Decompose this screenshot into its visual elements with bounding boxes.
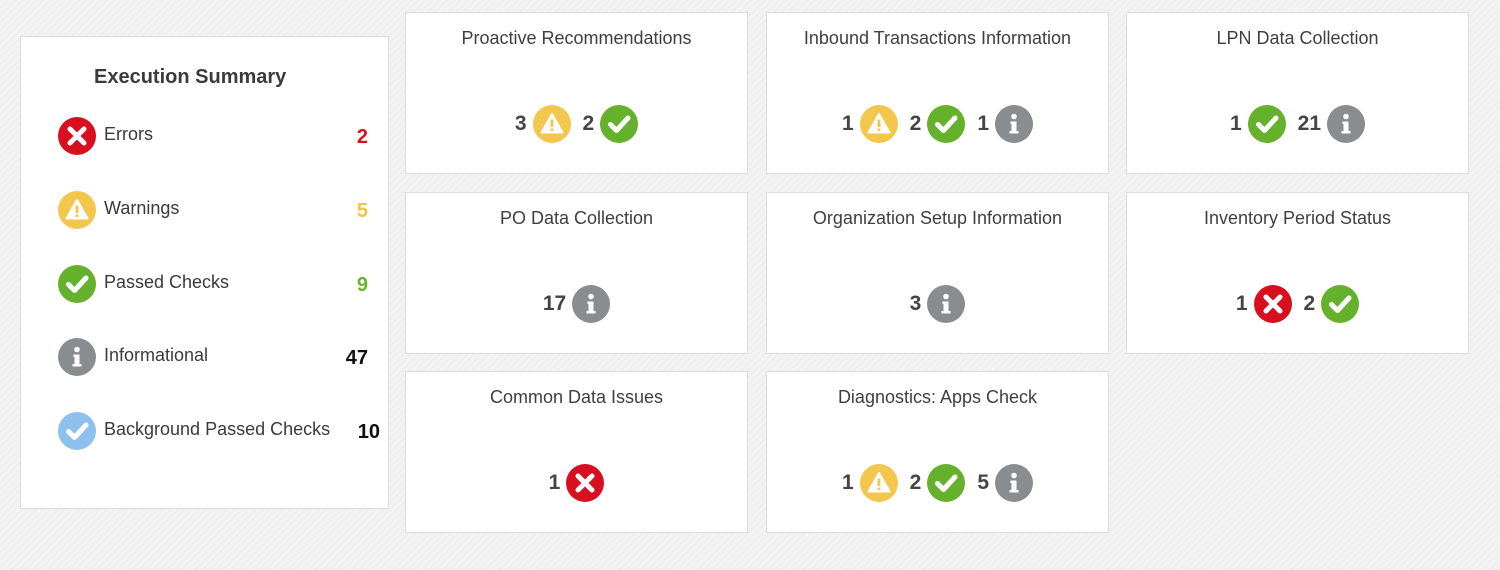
background-check-icon (58, 412, 96, 450)
card-common-data-issues[interactable]: Common Data Issues 1 (405, 371, 748, 533)
check-icon (927, 464, 966, 502)
card-title: Inventory Period Status (1203, 208, 1392, 228)
stat-count: 21 (1297, 112, 1322, 135)
card-title: PO Data Collection (499, 208, 654, 228)
stat-count: 1 (841, 471, 854, 494)
summary-label: Warnings (104, 198, 180, 218)
card-stats: 17 (406, 285, 747, 323)
stat-count: 1 (977, 112, 990, 135)
check-icon (600, 105, 639, 143)
warnings-count: 5 (356, 200, 368, 222)
check-icon (1321, 285, 1360, 323)
card-diagnostics-apps-check[interactable]: Diagnostics: Apps Check 1 2 5 (766, 371, 1109, 533)
stat-count: 2 (582, 112, 595, 135)
background-passed-count: 10 (357, 421, 380, 443)
stat-count: 2 (1303, 292, 1316, 315)
passed-count: 9 (356, 274, 368, 296)
card-inbound-transactions-information[interactable]: Inbound Transactions Information 1 2 1 (766, 12, 1109, 174)
stat-informational[interactable]: 21 (1297, 105, 1366, 143)
stat-passed[interactable]: 2 (583, 105, 639, 143)
error-icon (58, 117, 96, 155)
card-title: Proactive Recommendations (461, 28, 692, 48)
stat-passed[interactable]: 1 (1230, 105, 1286, 143)
stat-errors[interactable]: 1 (549, 464, 605, 502)
stat-warnings[interactable]: 3 (515, 105, 571, 143)
summary-row-informational[interactable]: Informational 47 (58, 338, 368, 378)
stat-count: 2 (909, 112, 922, 135)
stat-count: 17 (542, 292, 567, 315)
card-title: Diagnostics: Apps Check (837, 387, 1038, 407)
card-stats: 1 2 5 (767, 464, 1108, 502)
card-stats: 3 (767, 285, 1108, 323)
stat-informational[interactable]: 1 (977, 105, 1034, 143)
stat-count: 3 (909, 292, 922, 315)
stat-count: 1 (1235, 292, 1248, 315)
summary-label: Errors (104, 124, 153, 144)
stat-errors[interactable]: 1 (1236, 285, 1292, 323)
info-icon (1327, 105, 1366, 143)
info-icon (927, 285, 966, 323)
summary-row-passed[interactable]: Passed Checks 9 (58, 265, 368, 305)
error-icon (1253, 285, 1292, 323)
errors-count: 2 (356, 126, 368, 148)
card-po-data-collection[interactable]: PO Data Collection 17 (405, 192, 748, 354)
stat-informational[interactable]: 3 (910, 285, 966, 323)
card-stats: 3 2 (406, 105, 747, 143)
info-icon (995, 105, 1034, 143)
summary-label: Informational (104, 345, 209, 365)
card-stats: 1 2 (1127, 285, 1468, 323)
warning-icon (859, 105, 898, 143)
check-icon (1247, 105, 1286, 143)
warning-icon (532, 105, 571, 143)
stat-count: 1 (1229, 112, 1242, 135)
check-icon (58, 265, 96, 303)
stat-passed[interactable]: 2 (1304, 285, 1360, 323)
warning-icon (859, 464, 898, 502)
stat-warnings[interactable]: 1 (842, 105, 898, 143)
card-stats: 1 21 (1127, 105, 1468, 143)
card-title: Organization Setup Information (812, 208, 1063, 228)
stat-count: 5 (977, 471, 990, 494)
summary-row-background-passed[interactable]: Background Passed Checks 10 (58, 412, 380, 452)
stat-informational[interactable]: 5 (977, 464, 1034, 502)
stat-count: 2 (909, 471, 922, 494)
summary-label: Passed Checks (104, 272, 230, 292)
execution-summary-panel: Execution Summary Errors 2 Warnings 5 Pa… (20, 36, 389, 509)
card-stats: 1 (406, 464, 747, 502)
error-icon (566, 464, 605, 502)
stat-count: 3 (514, 112, 527, 135)
check-icon (927, 105, 966, 143)
card-stats: 1 2 1 (767, 105, 1108, 143)
card-title: LPN Data Collection (1216, 28, 1379, 48)
informational-count: 47 (345, 347, 368, 369)
info-icon (995, 464, 1034, 502)
stat-count: 1 (548, 471, 561, 494)
card-title: Common Data Issues (489, 387, 664, 407)
stat-count: 1 (841, 112, 854, 135)
card-lpn-data-collection[interactable]: LPN Data Collection 1 21 (1126, 12, 1469, 174)
card-organization-setup-information[interactable]: Organization Setup Information 3 (766, 192, 1109, 354)
info-icon (58, 338, 96, 376)
stat-passed[interactable]: 2 (910, 105, 966, 143)
stat-warnings[interactable]: 1 (842, 464, 898, 502)
card-proactive-recommendations[interactable]: Proactive Recommendations 3 2 (405, 12, 748, 174)
info-icon (572, 285, 611, 323)
stat-passed[interactable]: 2 (910, 464, 966, 502)
warning-icon (58, 191, 96, 229)
summary-label: Background Passed Checks (104, 419, 331, 439)
summary-title: Execution Summary (94, 66, 287, 88)
card-title: Inbound Transactions Information (803, 28, 1072, 48)
summary-row-warnings[interactable]: Warnings 5 (58, 191, 368, 231)
card-inventory-period-status[interactable]: Inventory Period Status 1 2 (1126, 192, 1469, 354)
summary-row-errors[interactable]: Errors 2 (58, 117, 368, 157)
stat-informational[interactable]: 17 (542, 285, 611, 323)
